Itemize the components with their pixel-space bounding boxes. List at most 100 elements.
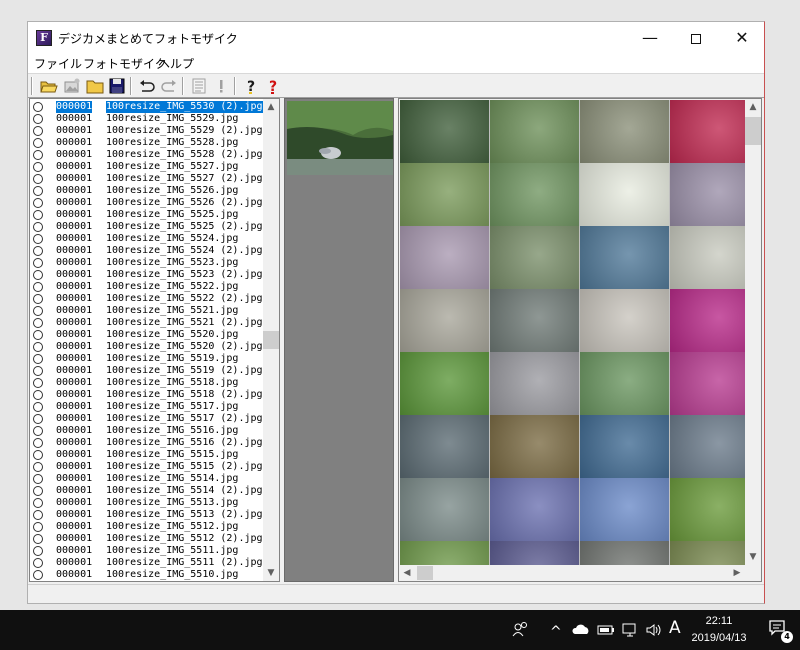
mosaic-tile[interactable] bbox=[670, 100, 746, 163]
file-list-item[interactable]: 000001 100resize_IMG_5519.jpg bbox=[30, 353, 266, 365]
file-list-item[interactable]: 000001 100resize_IMG_5527 (2).jpg bbox=[30, 173, 266, 185]
mosaic-tile[interactable] bbox=[580, 163, 669, 226]
app-icon[interactable]: F bbox=[36, 30, 52, 46]
mosaic-tile[interactable] bbox=[400, 415, 489, 478]
file-list-item[interactable]: 000001 100resize_IMG_5529 (2).jpg bbox=[30, 125, 266, 137]
mosaic-tile[interactable] bbox=[490, 352, 579, 415]
onedrive-cloud-icon[interactable] bbox=[572, 622, 590, 636]
scroll-up-arrow[interactable]: ▲ bbox=[263, 99, 279, 115]
file-list-item[interactable]: 000001 100resize_IMG_5525 (2).jpg bbox=[30, 221, 266, 233]
radio-indicator[interactable] bbox=[33, 558, 43, 568]
radio-indicator[interactable] bbox=[33, 318, 43, 328]
mosaic-tile[interactable] bbox=[400, 226, 489, 289]
mosaic-tile[interactable] bbox=[580, 415, 669, 478]
scroll-thumb[interactable] bbox=[417, 566, 433, 580]
radio-indicator[interactable] bbox=[33, 354, 43, 364]
mosaic-tile[interactable] bbox=[400, 289, 489, 352]
file-list-item[interactable]: 000001 100resize_IMG_5530 (2).jpg bbox=[30, 101, 266, 113]
file-list-item[interactable]: 000001 100resize_IMG_5517.jpg bbox=[30, 401, 266, 413]
radio-indicator[interactable] bbox=[33, 426, 43, 436]
file-list-item[interactable]: 000001 100resize_IMG_5516 (2).jpg bbox=[30, 437, 266, 449]
radio-indicator[interactable] bbox=[33, 258, 43, 268]
file-list-item[interactable]: 000001 100resize_IMG_5514.jpg bbox=[30, 473, 266, 485]
file-list-item[interactable]: 000001 100resize_IMG_5522.jpg bbox=[30, 281, 266, 293]
title-bar[interactable]: F デジカメまとめてフォトモザイク — ✕ bbox=[28, 22, 764, 53]
mosaic-tile[interactable] bbox=[400, 163, 489, 226]
scroll-right-arrow[interactable]: ▶ bbox=[729, 565, 745, 581]
radio-indicator[interactable] bbox=[33, 438, 43, 448]
mosaic-tile[interactable] bbox=[490, 163, 579, 226]
mosaic-horizontal-scrollbar[interactable]: ◀ ▶ bbox=[399, 565, 745, 581]
mosaic-tile[interactable] bbox=[400, 541, 489, 566]
file-list-item[interactable]: 000001 100resize_IMG_5516.jpg bbox=[30, 425, 266, 437]
file-list-item[interactable]: 000001 100resize_IMG_5510.jpg bbox=[30, 569, 266, 581]
maximize-button[interactable] bbox=[673, 22, 719, 53]
open-folder-icon[interactable] bbox=[40, 77, 58, 95]
radio-indicator[interactable] bbox=[33, 462, 43, 472]
file-list-scrollbar[interactable]: ▲ ▼ bbox=[263, 99, 279, 581]
radio-indicator[interactable] bbox=[33, 546, 43, 556]
radio-indicator[interactable] bbox=[33, 210, 43, 220]
ime-indicator[interactable]: A bbox=[669, 618, 681, 638]
mosaic-tile[interactable] bbox=[400, 100, 489, 163]
list-icon[interactable] bbox=[190, 77, 208, 95]
scroll-down-arrow[interactable]: ▼ bbox=[745, 549, 761, 565]
file-list[interactable]: 000001 100resize_IMG_5530 (2).jpg 000001 10… bbox=[29, 98, 280, 582]
file-list-item[interactable]: 000001 100resize_IMG_5518.jpg bbox=[30, 377, 266, 389]
file-list-item[interactable]: 000001 100resize_IMG_5527.jpg bbox=[30, 161, 266, 173]
file-list-item[interactable]: 000001 100resize_IMG_5523.jpg bbox=[30, 257, 266, 269]
exclamation-icon[interactable] bbox=[212, 77, 230, 95]
mosaic-tile[interactable] bbox=[670, 415, 746, 478]
action-center-button[interactable]: 4 bbox=[768, 619, 793, 643]
mosaic-tile[interactable] bbox=[580, 352, 669, 415]
mosaic-tile[interactable] bbox=[670, 352, 746, 415]
context-help-icon[interactable]: ? bbox=[264, 77, 282, 95]
menu-help[interactable]: ヘルプ bbox=[158, 55, 194, 72]
radio-indicator[interactable] bbox=[33, 126, 43, 136]
file-list-item[interactable]: 000001 100resize_IMG_5519 (2).jpg bbox=[30, 365, 266, 377]
file-list-item[interactable]: 000001 100resize_IMG_5528.jpg bbox=[30, 137, 266, 149]
scroll-left-arrow[interactable]: ◀ bbox=[399, 565, 415, 581]
mosaic-tile[interactable] bbox=[490, 100, 579, 163]
radio-indicator[interactable] bbox=[33, 186, 43, 196]
radio-indicator[interactable] bbox=[33, 390, 43, 400]
mosaic-tile[interactable] bbox=[580, 226, 669, 289]
radio-indicator[interactable] bbox=[33, 150, 43, 160]
radio-indicator[interactable] bbox=[33, 174, 43, 184]
add-image-icon[interactable] bbox=[63, 77, 81, 95]
radio-indicator[interactable] bbox=[33, 234, 43, 244]
radio-indicator[interactable] bbox=[33, 534, 43, 544]
help-icon[interactable]: ? bbox=[242, 77, 260, 95]
file-list-item[interactable]: 000001 100resize_IMG_5524 (2).jpg bbox=[30, 245, 266, 257]
file-list-item[interactable]: 000001 100resize_IMG_5520.jpg bbox=[30, 329, 266, 341]
file-list-item[interactable]: 000001 100resize_IMG_5524.jpg bbox=[30, 233, 266, 245]
radio-indicator[interactable] bbox=[33, 270, 43, 280]
file-list-item[interactable]: 000001 100resize_IMG_5513 (2).jpg bbox=[30, 509, 266, 521]
network-icon[interactable] bbox=[621, 622, 639, 638]
mosaic-tile[interactable] bbox=[490, 541, 579, 566]
radio-indicator[interactable] bbox=[33, 450, 43, 460]
radio-indicator[interactable] bbox=[33, 294, 43, 304]
volume-icon[interactable] bbox=[645, 622, 663, 638]
radio-indicator[interactable] bbox=[33, 102, 43, 112]
radio-indicator[interactable] bbox=[33, 306, 43, 316]
mosaic-tile[interactable] bbox=[490, 226, 579, 289]
mosaic-tile[interactable] bbox=[490, 289, 579, 352]
file-list-item[interactable]: 000001 100resize_IMG_5525.jpg bbox=[30, 209, 266, 221]
radio-indicator[interactable] bbox=[33, 378, 43, 388]
radio-indicator[interactable] bbox=[33, 486, 43, 496]
radio-indicator[interactable] bbox=[33, 474, 43, 484]
radio-indicator[interactable] bbox=[33, 414, 43, 424]
radio-indicator[interactable] bbox=[33, 366, 43, 376]
file-list-item[interactable]: 000001 100resize_IMG_5523 (2).jpg bbox=[30, 269, 266, 281]
scroll-thumb[interactable] bbox=[263, 331, 279, 349]
file-list-item[interactable]: 000001 100resize_IMG_5518 (2).jpg bbox=[30, 389, 266, 401]
mosaic-grid[interactable] bbox=[400, 100, 746, 566]
mosaic-tile[interactable] bbox=[490, 415, 579, 478]
radio-indicator[interactable] bbox=[33, 114, 43, 124]
mosaic-tile[interactable] bbox=[490, 478, 579, 541]
radio-indicator[interactable] bbox=[33, 498, 43, 508]
people-icon[interactable] bbox=[512, 620, 530, 638]
show-hidden-icons-chevron[interactable]: ^ bbox=[550, 622, 562, 642]
mosaic-tile[interactable] bbox=[670, 289, 746, 352]
